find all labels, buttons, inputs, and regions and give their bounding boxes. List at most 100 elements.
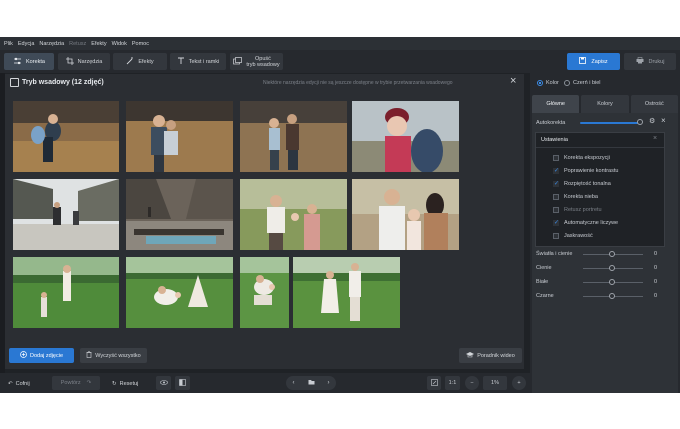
slider-lights-shadows: Światła i cienie 0: [536, 251, 676, 259]
photo-thumbnail[interactable]: [126, 101, 233, 172]
tab-kolory[interactable]: Kolory: [581, 95, 629, 113]
photo-thumbnail[interactable]: [240, 101, 347, 172]
option-label: Jaskrawość: [564, 233, 593, 239]
checkbox-icon[interactable]: [553, 233, 559, 239]
slider-handle[interactable]: [609, 293, 615, 299]
zoom-out-button[interactable]: −: [465, 376, 479, 390]
exit-batch-mode-button[interactable]: Opuść tryb wsadowy: [230, 53, 283, 70]
autocorrect-slider-handle[interactable]: [637, 119, 643, 125]
batch-title: Tryb wsadowy (12 zdjęć): [22, 79, 104, 86]
option-contrast[interactable]: ✓ Poprawienie kontrastu: [553, 168, 618, 174]
compare-button[interactable]: [175, 376, 190, 390]
menu-item-help[interactable]: Pomoc: [132, 41, 149, 47]
tab-efekty-label: Efekty: [138, 58, 154, 65]
photo-thumbnail[interactable]: [126, 257, 233, 328]
tab-narzedzia[interactable]: Narzędzia: [58, 53, 110, 70]
zoom-value[interactable]: 1%: [483, 376, 507, 390]
checkmark-icon[interactable]: ✓: [553, 181, 559, 187]
photo-thumbnail[interactable]: [240, 257, 289, 328]
checkbox-icon[interactable]: [553, 155, 559, 161]
tab-glowne[interactable]: Główne: [532, 95, 580, 113]
crop-icon: [65, 56, 74, 67]
photo-thumbnail[interactable]: [13, 101, 119, 172]
autocorrect-label: Autokorekta: [536, 120, 566, 126]
photo-thumbnail[interactable]: [293, 257, 400, 328]
tab-tekst-i-ramki[interactable]: Tekst i ramki: [170, 53, 226, 70]
radio-selected-icon: [537, 80, 543, 86]
checkbox-icon[interactable]: [553, 194, 559, 200]
chevron-left-icon[interactable]: ‹: [293, 380, 295, 386]
mode-bw-label: Czerń i biel: [573, 80, 601, 86]
slider-label: Czarne: [536, 293, 554, 299]
minus-icon: −: [470, 380, 474, 386]
trash-icon: [86, 351, 92, 360]
add-photo-button[interactable]: Dodaj zdjęcie: [9, 348, 74, 363]
gallery-icon: [10, 78, 19, 87]
text-icon: [177, 57, 185, 67]
checkmark-icon[interactable]: ✓: [553, 168, 559, 174]
redo-icon: ↷: [86, 380, 92, 386]
save-button[interactable]: Zapisz: [567, 53, 620, 70]
app-window: Plik Edycja Narzędzia Retusz Efekty Wido…: [0, 37, 680, 393]
zoom-ratio-button[interactable]: 1:1: [445, 376, 460, 390]
option-auto[interactable]: ✓ Automatyczne liczywe: [553, 220, 618, 226]
option-label: Poprawienie kontrastu: [564, 168, 619, 174]
gear-icon[interactable]: ⚙: [649, 117, 655, 125]
photo-thumbnail[interactable]: [352, 101, 459, 172]
autocorrect-slider-track[interactable]: [580, 122, 640, 124]
autocorrect-settings-popup: Ustawienia × Korekta ekspozycji ✓ Popraw…: [535, 132, 665, 247]
option-sky[interactable]: Korekta nieba: [553, 194, 598, 200]
tab-efekty[interactable]: Efekty: [113, 53, 167, 70]
redo-button[interactable]: Powtórz ↷: [52, 376, 100, 390]
zoom-in-button[interactable]: +: [512, 376, 526, 390]
photo-thumbnail[interactable]: [126, 179, 233, 250]
mode-color-radio[interactable]: Kolor: [537, 80, 559, 86]
video-guide-label: Poradnik wideo: [477, 352, 515, 359]
photo-thumbnail[interactable]: [13, 179, 119, 250]
slider-label: Światła i cienie: [536, 251, 573, 257]
checkmark-icon[interactable]: ✓: [553, 220, 559, 226]
menu-item-tools[interactable]: Narzędzia: [39, 41, 64, 47]
tab-ostrosc[interactable]: Ostrość: [630, 95, 678, 113]
reset-label: Resetuj: [119, 380, 139, 387]
undo-button[interactable]: ↶ Cofnij: [8, 377, 30, 390]
mode-bw-radio[interactable]: Czerń i biel: [564, 80, 601, 86]
menu-item-edit[interactable]: Edycja: [18, 41, 35, 47]
menu-item-file[interactable]: Plik: [4, 41, 13, 47]
menu-item-view[interactable]: Widok: [112, 41, 127, 47]
close-icon[interactable]: ×: [653, 135, 657, 142]
clear-all-button[interactable]: Wyczyść wszystko: [80, 348, 147, 363]
close-icon[interactable]: ×: [510, 76, 516, 87]
slider-handle[interactable]: [609, 279, 615, 285]
zoom-percent-label: 1%: [491, 380, 499, 386]
preview-eye-button[interactable]: [156, 376, 171, 390]
photo-thumbnail[interactable]: [352, 179, 459, 250]
batch-notice: Niektóre narzędzia edycji nie są jeszcze…: [263, 80, 453, 86]
slider-label: Białe: [536, 279, 549, 285]
tab-korekta[interactable]: Korekta: [4, 53, 54, 70]
option-exposure[interactable]: Korekta ekspozycji: [553, 155, 610, 161]
option-label: Korekta nieba: [564, 194, 598, 200]
folder-icon[interactable]: [308, 379, 315, 387]
tab-korekta-label: Korekta: [26, 58, 45, 65]
batch-footer: Dodaj zdjęcie Wyczyść wszystko Poradnik …: [5, 344, 524, 369]
video-guide-button[interactable]: Poradnik wideo: [459, 348, 522, 363]
fit-to-screen-button[interactable]: [427, 376, 441, 390]
slider-handle[interactable]: [609, 265, 615, 271]
undo-icon: ↶: [8, 380, 13, 387]
slider-value: 0: [654, 279, 658, 285]
slider-value: 0: [654, 265, 658, 271]
photo-thumbnail[interactable]: [13, 257, 119, 328]
option-tonal-range[interactable]: ✓ Rozpiętość tonalna: [553, 181, 611, 187]
reset-button[interactable]: ↻ Resetuj: [112, 377, 138, 390]
chevron-right-icon[interactable]: ›: [328, 380, 330, 386]
sliders-icon: [13, 57, 22, 67]
slider-handle[interactable]: [609, 251, 615, 257]
photo-thumbnail[interactable]: [240, 179, 347, 250]
option-vibrance[interactable]: Jaskrawość: [553, 233, 593, 239]
print-button[interactable]: Drukuj: [624, 53, 676, 70]
close-icon[interactable]: ×: [661, 116, 666, 125]
adjustments-panel: Kolor Czerń i biel Główne Kolory Ostrość…: [530, 73, 680, 393]
menu-item-effects[interactable]: Efekty: [91, 41, 106, 47]
fit-screen-icon: [430, 378, 438, 388]
